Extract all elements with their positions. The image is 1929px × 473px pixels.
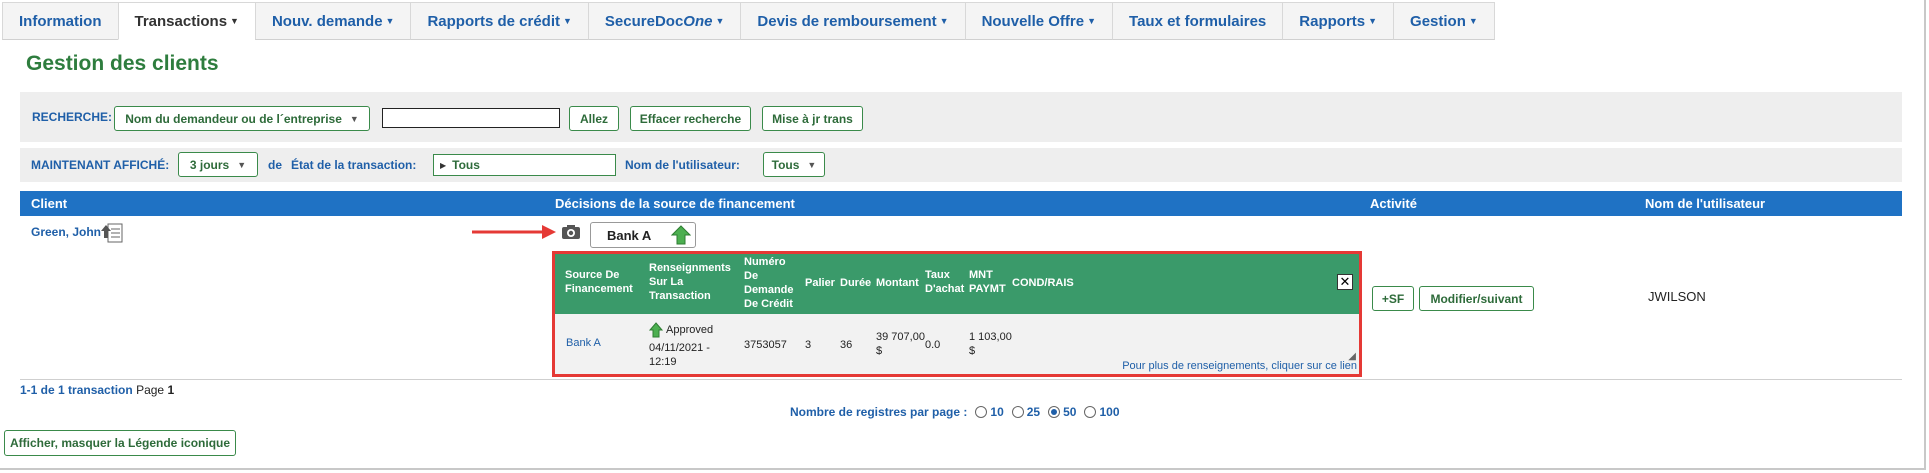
transaction-state-label: État de la transaction: [291,158,417,172]
shown-label: MAINTENANT AFFICHÉ: [31,158,170,172]
caret-down-icon: ▼ [230,16,239,26]
popup-col-source: Source De Financement [565,269,633,295]
transactions-table-header: Client Décisions de la source de finance… [20,191,1902,216]
per-page-radio-50[interactable] [1048,406,1061,418]
popup-payment: 1 103,00 $ [969,331,1012,357]
popup-source-link[interactable]: Bank A [566,336,601,350]
search-input[interactable] [382,108,560,128]
search-panel: RECHERCHE: Nom du demandeur ou de l´entr… [20,92,1902,142]
popup-rate: 0.0 [925,339,941,351]
caret-down-icon: ▼ [715,16,725,26]
tab-new-offer[interactable]: Nouvelle Offre ▼ [964,2,1114,40]
go-button[interactable]: Allez [569,106,619,131]
popup-tier: 3 [805,339,812,351]
green-up-arrow-icon [671,225,691,245]
tab-transactions[interactable]: Transactions ▼ [117,2,256,40]
tab-information[interactable]: Information [2,2,119,40]
tab-new-request[interactable]: Nouv. demande ▼ [254,2,412,40]
caret-down-icon: ▼ [1368,16,1378,26]
per-page-radio-100[interactable] [1084,406,1097,418]
column-client: Client [31,196,68,211]
status-text: Approved [666,324,714,336]
caret-down-icon: ▼ [349,113,359,124]
lender-bank-a-button[interactable]: Bank A [590,222,696,248]
financing-details-popup: Source De Financement Renseignments Sur La… [552,251,1362,377]
document-upload-icon[interactable] [100,222,124,244]
approved-up-arrow-icon [649,322,663,338]
close-icon[interactable]: ✕ [1337,274,1353,290]
caret-right-icon: ▶ [440,160,447,170]
column-activity: Activité [1370,196,1417,211]
per-page-radio-10[interactable] [975,406,988,418]
tab-rates-forms[interactable]: Taux et formulaires [1112,2,1284,40]
tab-management[interactable]: Gestion ▼ [1393,2,1495,40]
search-field-select[interactable]: Nom du demandeur ou de l´entreprise ▼ [114,106,370,131]
update-transactions-button[interactable]: Mise à jr trans [762,106,863,131]
popup-col-tier: Palier [805,277,835,289]
popup-col-cond: COND/RAIS [1012,277,1074,289]
modify-next-button[interactable]: Modifier/suivant [1419,286,1534,311]
clear-search-button[interactable]: Effacer recherche [630,106,751,131]
client-name-link[interactable]: Green, John [31,225,101,239]
column-username: Nom de l'utilisateur [1645,196,1766,211]
page-frame [0,0,1926,470]
popup-col-number: Numéro De Demande De Crédit [744,256,794,310]
records-per-page: Nombre de registres par page : 10 25 50 … [790,405,1120,419]
days-select[interactable]: 3 jours ▼ [178,152,258,177]
per-page-radio-25[interactable] [1011,406,1024,418]
divider [20,379,1902,380]
page-number: 1 [167,383,175,397]
popup-term: 36 [840,339,853,351]
transaction-count: 1-1 de 1 transaction Page 1 [20,383,174,397]
transaction-range: 1-1 de 1 transaction [20,383,133,397]
toggle-icon-legend-button[interactable]: Afficher, masquer la Légende iconique [4,430,236,456]
per-page-label: Nombre de registres par page : [790,405,968,419]
popup-col-info: Renseignments Sur La Transaction [649,262,731,302]
caret-down-icon: ▼ [237,159,247,170]
column-decisions: Décisions de la source de financement [555,196,795,211]
tab-securedocone[interactable]: SecureDoc One ▼ [587,2,742,40]
caret-down-icon: ▼ [563,16,572,26]
red-arrow-icon [472,225,556,239]
popup-col-rate: Taux D'achat [925,269,965,295]
caret-down-icon: ▼ [385,16,395,26]
page-label: Page [136,383,165,397]
caret-down-icon: ▼ [807,159,817,170]
username-filter-select[interactable]: Tous ▼ [763,152,825,177]
de-label: de [268,158,283,172]
filter-panel: MAINTENANT AFFICHÉ: 3 jours ▼ de État de … [20,148,1902,182]
caret-down-icon: ▼ [1087,16,1097,26]
popup-amount: 39 707,00 $ [876,331,925,357]
username-filter-label: Nom de l'utilisateur: [625,158,740,172]
popup-col-term: Durée [840,277,872,289]
more-info-link[interactable]: Pour plus de renseignements, cliquer sur… [1122,360,1357,372]
camera-icon[interactable] [561,224,581,240]
tab-credit-reports[interactable]: Rapports de crédit ▼ [410,2,589,40]
tab-payoff-quote[interactable]: Devis de remboursement ▼ [740,2,966,40]
popup-header: Source De Financement Renseignments Sur La… [555,254,1359,314]
popup-transaction-info: Approved 04/11/2021 - 12:19 [649,322,714,368]
popup-credit-number: 3753057 [744,339,787,351]
popup-col-amount: Montant [876,277,919,289]
caret-down-icon: ▼ [1468,16,1478,26]
popup-col-payment: MNT PAYMT [969,269,1006,295]
page-title: Gestion des clients [26,52,219,75]
transaction-state-select[interactable]: ▶ Tous [433,154,616,176]
add-sf-button[interactable]: +SF [1372,286,1414,311]
main-nav-tabs: Information Transactions ▼ Nouv. demande ▼… [2,2,1495,40]
row-username: JWILSON [1648,289,1706,304]
search-label: RECHERCHE: [32,110,113,124]
tab-reports[interactable]: Rapports ▼ [1282,2,1395,40]
caret-down-icon: ▼ [939,16,949,26]
